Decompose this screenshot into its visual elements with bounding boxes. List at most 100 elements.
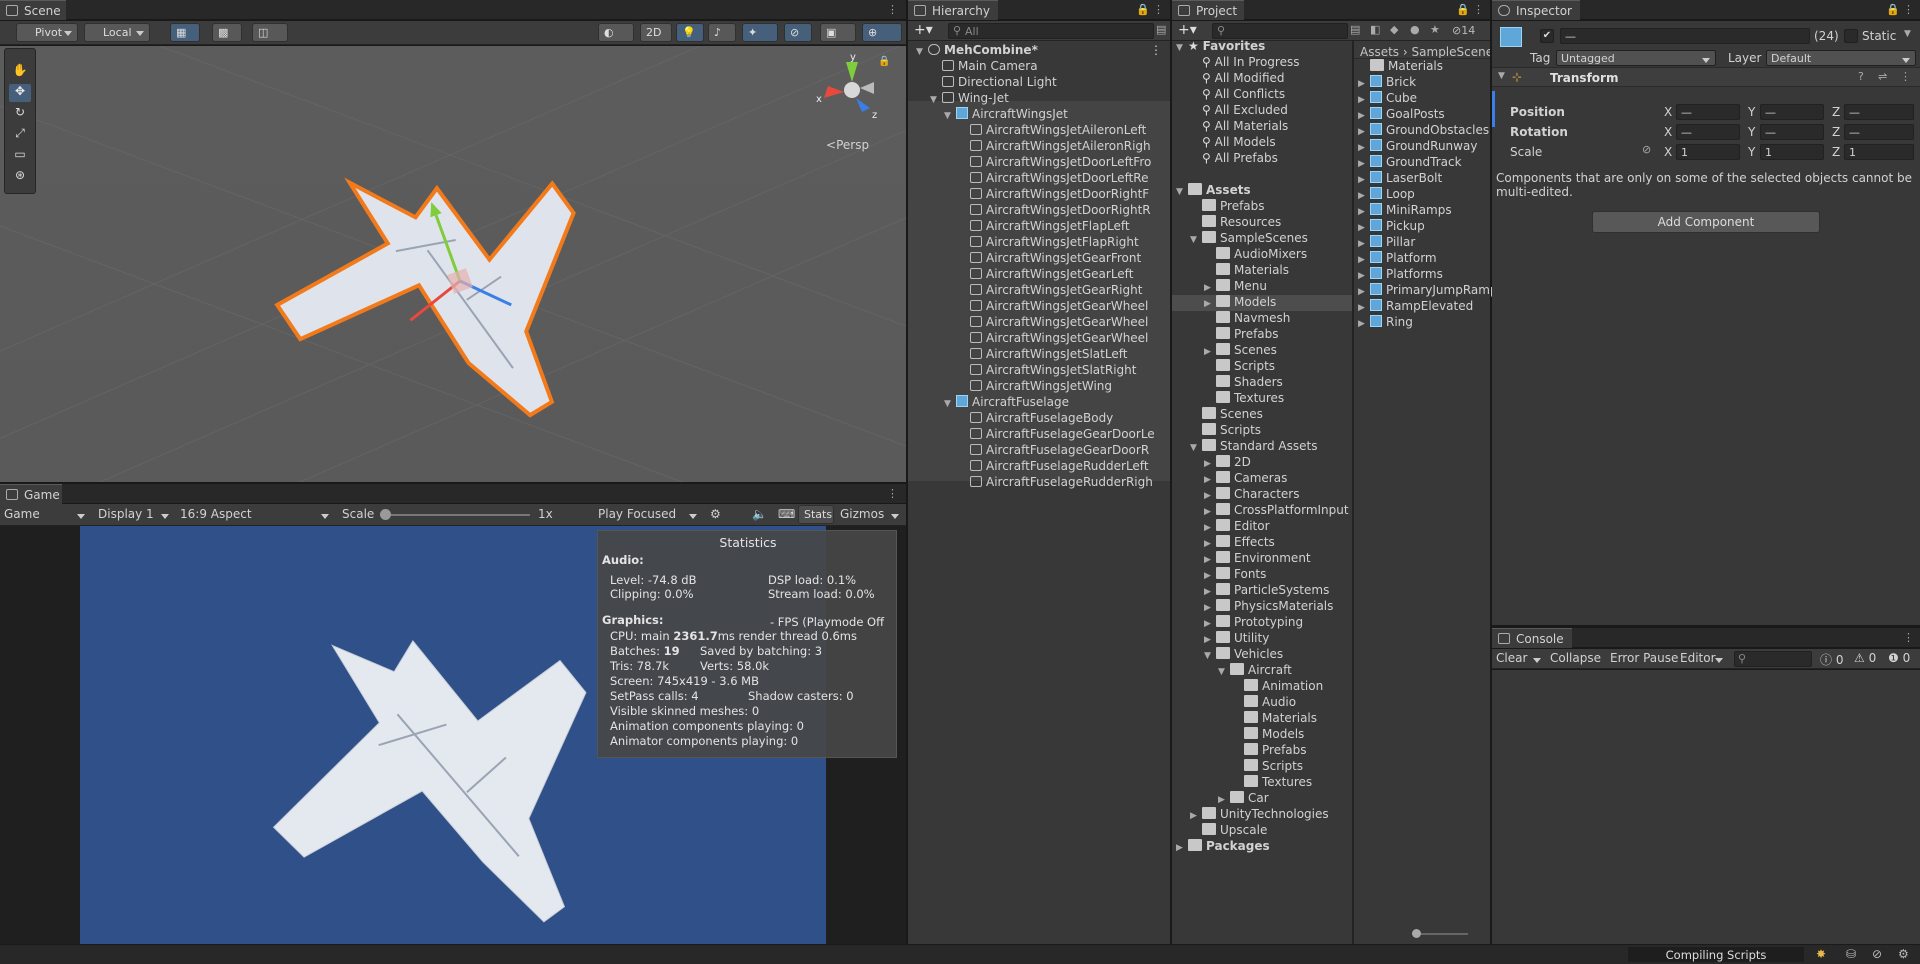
collapse-arrow-icon[interactable]: ▶ <box>1204 635 1216 645</box>
collapse-button[interactable]: Collapse <box>1550 651 1601 665</box>
project-asset-item[interactable]: ▶ RampElevated <box>1354 299 1490 315</box>
tab-console[interactable]: Console <box>1492 628 1572 648</box>
project-asset-item[interactable]: ▶ Loop <box>1354 187 1490 203</box>
hierarchy-item[interactable]: AircraftWingsJetDoorRightR <box>908 203 1170 219</box>
persp-label[interactable]: <Persp <box>826 138 869 152</box>
project-tree-item[interactable]: ▶ Prototyping <box>1172 615 1352 631</box>
increment-snap-button[interactable]: ◫ <box>252 23 288 42</box>
collapse-arrow-icon[interactable]: ▶ <box>1204 619 1216 629</box>
hierarchy-item[interactable]: AircraftWingsJetSlatRight <box>908 363 1170 379</box>
error-pause-button[interactable]: Error Pause <box>1610 651 1678 665</box>
tab-game[interactable]: Game <box>0 484 62 504</box>
lock-icon[interactable]: 🔒 <box>878 56 890 67</box>
hierarchy-item[interactable]: AircraftWingsJetWing <box>908 379 1170 395</box>
rotation-y-field[interactable]: — <box>1760 124 1824 140</box>
console-search-input[interactable]: ⚲ <box>1734 651 1812 667</box>
project-tree-item[interactable]: ▶ Packages <box>1172 839 1352 855</box>
inspector-lock-icon[interactable]: 🔒 <box>1886 3 1900 16</box>
collapse-arrow-icon[interactable]: ▶ <box>1204 603 1216 613</box>
hierarchy-item[interactable]: AircraftWingsJetFlapRight <box>908 235 1170 251</box>
transform-help-icon[interactable]: ? <box>1858 70 1864 83</box>
project-tree-item[interactable]: Textures <box>1172 391 1352 407</box>
expand-arrow-icon[interactable]: ▼ <box>1190 443 1202 453</box>
hierarchy-item[interactable]: AircraftWingsJetSlatLeft <box>908 347 1170 363</box>
project-tree-item[interactable]: ▶ CrossPlatformInput <box>1172 503 1352 519</box>
collapse-arrow-icon[interactable]: ▶ <box>1358 143 1370 153</box>
local-dropdown[interactable]: Local <box>84 23 150 42</box>
collapse-arrow-icon[interactable]: ▶ <box>1204 507 1216 517</box>
hierarchy-item[interactable]: AircraftWingsJetDoorRightF <box>908 187 1170 203</box>
project-asset-item[interactable]: ▶ Platform <box>1354 251 1490 267</box>
project-asset-item[interactable]: ▶ GroundRunway <box>1354 139 1490 155</box>
project-tree-item[interactable]: Prefabs <box>1172 199 1352 215</box>
collapse-arrow-icon[interactable]: ▶ <box>1204 539 1216 549</box>
expand-arrow-icon[interactable]: ▼ <box>1204 651 1216 661</box>
lighting-toggle-button[interactable]: 💡 <box>676 23 704 42</box>
project-tree-item[interactable]: ▼ ★ Favorites <box>1172 39 1352 55</box>
hierarchy-lock-icon[interactable]: 🔒 <box>1136 3 1150 16</box>
collapse-arrow-icon[interactable]: ▶ <box>1204 459 1216 469</box>
cache-server-icon[interactable]: ⛁ <box>1846 947 1856 961</box>
collapse-arrow-icon[interactable]: ▶ <box>1358 95 1370 105</box>
hierarchy-item[interactable]: AircraftWingsJetGearWheel <box>908 299 1170 315</box>
collapse-arrow-icon[interactable]: ▶ <box>1358 319 1370 329</box>
project-tree-item[interactable]: Upscale <box>1172 823 1352 839</box>
expand-arrow-icon[interactable]: ▼ <box>1218 667 1230 677</box>
project-tree-item[interactable]: ▶ Utility <box>1172 631 1352 647</box>
console-log-area[interactable] <box>1492 670 1920 944</box>
tab-project[interactable]: Project <box>1172 0 1244 20</box>
transform-fold-icon[interactable]: ▼ <box>1498 71 1505 81</box>
collapse-arrow-icon[interactable]: ▶ <box>1358 255 1370 265</box>
project-asset-item[interactable]: ▶ Pillar <box>1354 235 1490 251</box>
hierarchy-item[interactable]: AircraftFuselageRudderRigh <box>908 475 1170 491</box>
project-tree-item[interactable]: Models <box>1172 727 1352 743</box>
project-asset-item[interactable]: ▶ GoalPosts <box>1354 107 1490 123</box>
project-favorite-icon[interactable]: ★ <box>1430 23 1440 36</box>
hierarchy-item[interactable]: AircraftWingsJetAileronRigh <box>908 139 1170 155</box>
collapse-arrow-icon[interactable]: ▶ <box>1358 175 1370 185</box>
project-asset-item[interactable]: ▶ LaserBolt <box>1354 171 1490 187</box>
project-tree-item[interactable]: ▶ ParticleSystems <box>1172 583 1352 599</box>
static-checkbox[interactable] <box>1844 29 1858 43</box>
project-tree-item[interactable]: Animation <box>1172 679 1352 695</box>
tab-hierarchy[interactable]: Hierarchy <box>908 0 998 20</box>
project-tree-item[interactable]: ⚲ All Materials <box>1172 119 1352 135</box>
gizmos-dropdown[interactable]: Gizmos <box>840 507 904 521</box>
expand-arrow-icon[interactable]: ▼ <box>916 47 928 57</box>
project-tree-item[interactable]: Scenes <box>1172 407 1352 423</box>
camera-settings-button[interactable]: ▣ <box>820 23 856 42</box>
project-tree-item[interactable]: Scripts <box>1172 359 1352 375</box>
project-menu-icon[interactable]: ⋮ <box>1473 3 1484 16</box>
collapse-arrow-icon[interactable]: ▶ <box>1218 795 1230 805</box>
project-search-input[interactable]: ⚲ <box>1212 23 1348 39</box>
transform-preset-icon[interactable]: ⇌ <box>1878 70 1887 83</box>
collapse-arrow-icon[interactable]: ▶ <box>1204 523 1216 533</box>
breadcrumb-current[interactable]: SampleScene <box>1412 45 1490 58</box>
expand-arrow-icon[interactable]: ▼ <box>944 111 956 121</box>
project-zoom-slider[interactable] <box>1412 929 1468 938</box>
project-tree-item[interactable]: ▼ Aircraft <box>1172 663 1352 679</box>
collapse-arrow-icon[interactable]: ▶ <box>1204 299 1216 309</box>
audio-toggle-button[interactable]: ♪ <box>708 23 736 42</box>
collapse-arrow-icon[interactable]: ▶ <box>1358 223 1370 233</box>
expand-arrow-icon[interactable]: ▼ <box>930 95 942 105</box>
collapse-arrow-icon[interactable]: ▶ <box>1358 191 1370 201</box>
hierarchy-item[interactable]: AircraftWingsJetGearLeft <box>908 267 1170 283</box>
collapse-arrow-icon[interactable]: ▶ <box>1204 347 1216 357</box>
hierarchy-item[interactable]: ▼ AircraftWingsJet <box>908 107 1170 123</box>
hierarchy-item[interactable]: AircraftWingsJetGearWheel <box>908 331 1170 347</box>
project-asset-item[interactable]: Materials <box>1354 59 1490 75</box>
tab-inspector[interactable]: Inspector <box>1492 0 1580 20</box>
project-tree-item[interactable]: ▶ UnityTechnologies <box>1172 807 1352 823</box>
tab-scene[interactable]: Scene <box>0 0 66 20</box>
breadcrumb-assets[interactable]: Assets <box>1360 45 1399 58</box>
scale-slider[interactable] <box>380 509 530 520</box>
hidden-objects-button[interactable]: ⊘ <box>784 23 812 42</box>
collapse-arrow-icon[interactable]: ▶ <box>1204 491 1216 501</box>
gameobject-name-field[interactable]: — <box>1560 28 1810 44</box>
project-tree-item[interactable]: Resources <box>1172 215 1352 231</box>
project-tree-item[interactable]: ⚲ All Models <box>1172 135 1352 151</box>
hierarchy-item[interactable]: AircraftFuselageRudderLeft <box>908 459 1170 475</box>
collapse-arrow-icon[interactable]: ▶ <box>1204 571 1216 581</box>
mode-2d-button[interactable]: 2D <box>640 23 672 42</box>
